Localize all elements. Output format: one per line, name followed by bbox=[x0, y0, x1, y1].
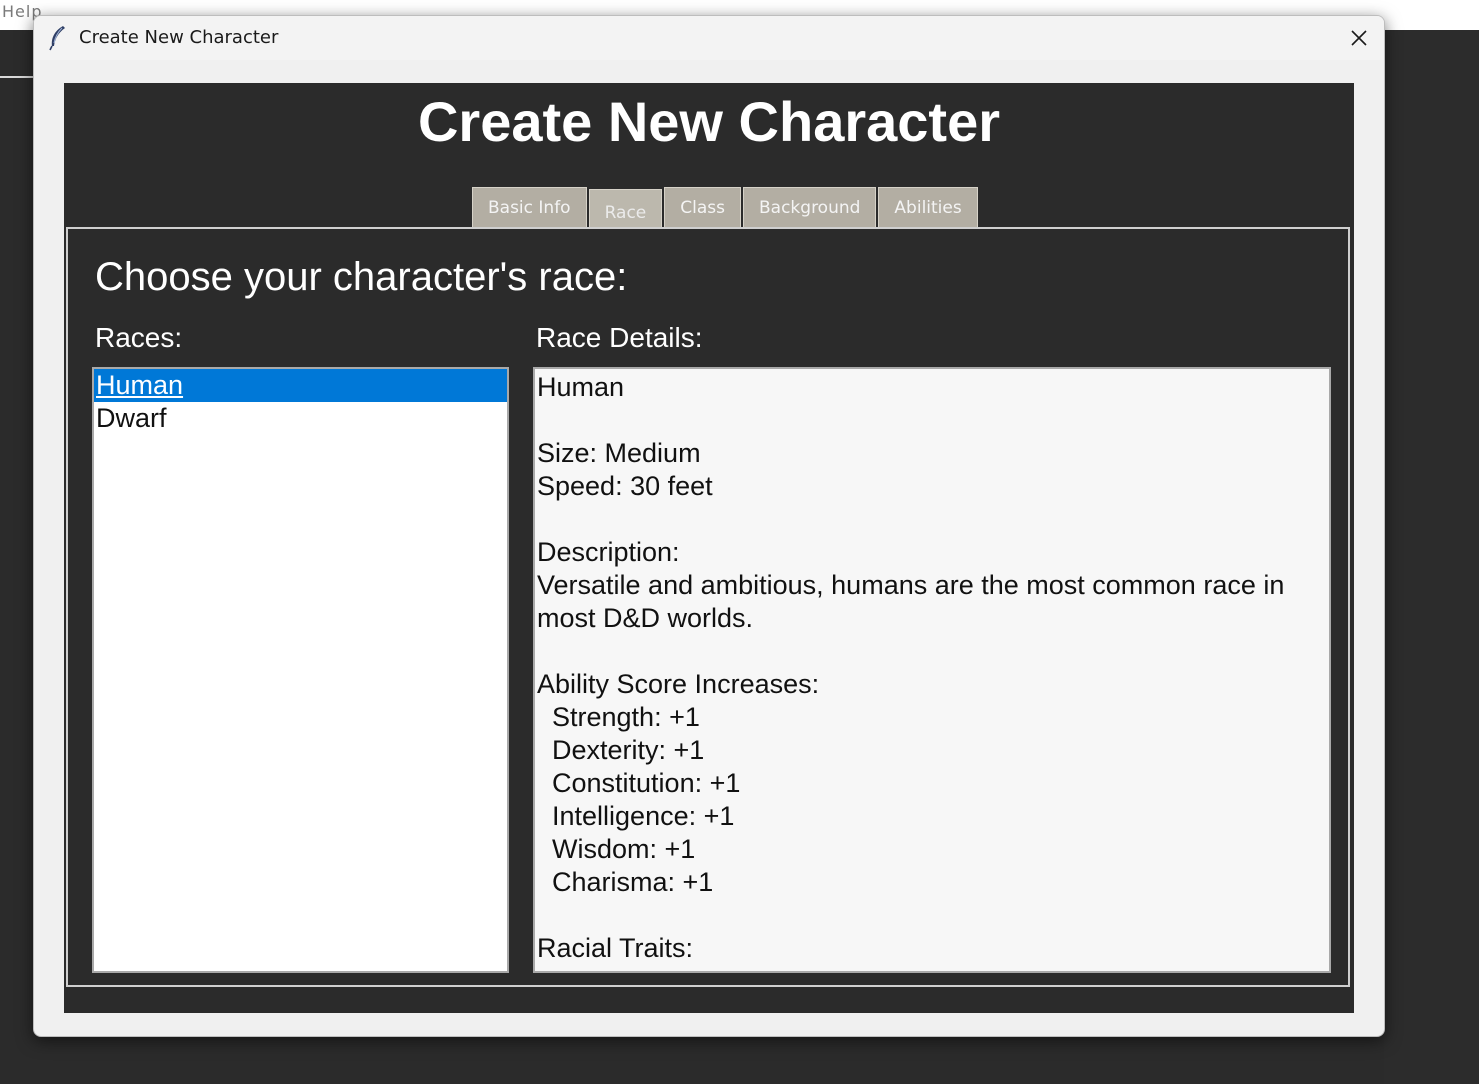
details-spacer bbox=[537, 635, 1325, 668]
dialog-title: Create New Character bbox=[79, 27, 279, 48]
race-panel-heading: Choose your character's race: bbox=[95, 255, 628, 299]
details-ability-charisma: Charisma: +1 bbox=[552, 867, 714, 897]
background-panel bbox=[1384, 30, 1479, 1084]
details-spacer bbox=[537, 899, 1325, 932]
details-spacer bbox=[537, 404, 1325, 437]
details-description-line: Versatile and ambitious, humans are the … bbox=[537, 570, 1285, 600]
details-speed: Speed: 30 feet bbox=[537, 471, 713, 501]
details-description-label: Description: bbox=[537, 537, 680, 567]
details-race-name: Human bbox=[537, 372, 625, 402]
tab-class[interactable]: Class bbox=[664, 187, 741, 227]
details-size: Size: Medium bbox=[537, 438, 701, 468]
race-panel: Choose your character's race: Races: Rac… bbox=[66, 227, 1350, 987]
details-ability-dexterity: Dexterity: +1 bbox=[552, 735, 705, 765]
feather-icon bbox=[49, 26, 65, 51]
details-ability-strength: Strength: +1 bbox=[552, 702, 700, 732]
close-icon bbox=[1351, 30, 1367, 46]
close-button[interactable] bbox=[1334, 16, 1384, 60]
dialog-content: Create New Character Basic Info Race Cla… bbox=[64, 83, 1354, 1013]
race-details-text[interactable]: Human Size: Medium Speed: 30 feet Descri… bbox=[533, 367, 1331, 973]
race-item-human[interactable]: Human bbox=[94, 369, 507, 402]
details-ability-wisdom: Wisdom: +1 bbox=[552, 834, 696, 864]
tab-abilities[interactable]: Abilities bbox=[878, 187, 978, 227]
details-spacer bbox=[537, 503, 1325, 536]
details-traits-label: Racial Traits: bbox=[537, 933, 694, 963]
tab-background[interactable]: Background bbox=[743, 187, 877, 227]
page-title: Create New Character bbox=[417, 90, 1001, 153]
tab-race[interactable]: Race bbox=[588, 189, 663, 227]
details-ability-intelligence: Intelligence: +1 bbox=[552, 801, 735, 831]
race-listbox[interactable]: Human Dwarf bbox=[92, 367, 509, 973]
race-item-dwarf[interactable]: Dwarf bbox=[94, 402, 507, 435]
dialog-titlebar[interactable]: Create New Character bbox=[34, 16, 1384, 60]
tab-bar: Basic Info Race Class Background Abiliti… bbox=[472, 185, 980, 227]
details-description-line: most D&D worlds. bbox=[537, 603, 754, 633]
race-details-label: Race Details: bbox=[536, 322, 703, 353]
dialog-footer bbox=[64, 989, 1354, 1013]
races-label: Races: bbox=[95, 322, 183, 353]
tab-basic-info[interactable]: Basic Info bbox=[472, 187, 587, 227]
create-character-dialog: Create New Character Create New Characte… bbox=[33, 15, 1385, 1037]
details-ability-constitution: Constitution: +1 bbox=[552, 768, 741, 798]
details-ability-label: Ability Score Increases: bbox=[537, 669, 820, 699]
